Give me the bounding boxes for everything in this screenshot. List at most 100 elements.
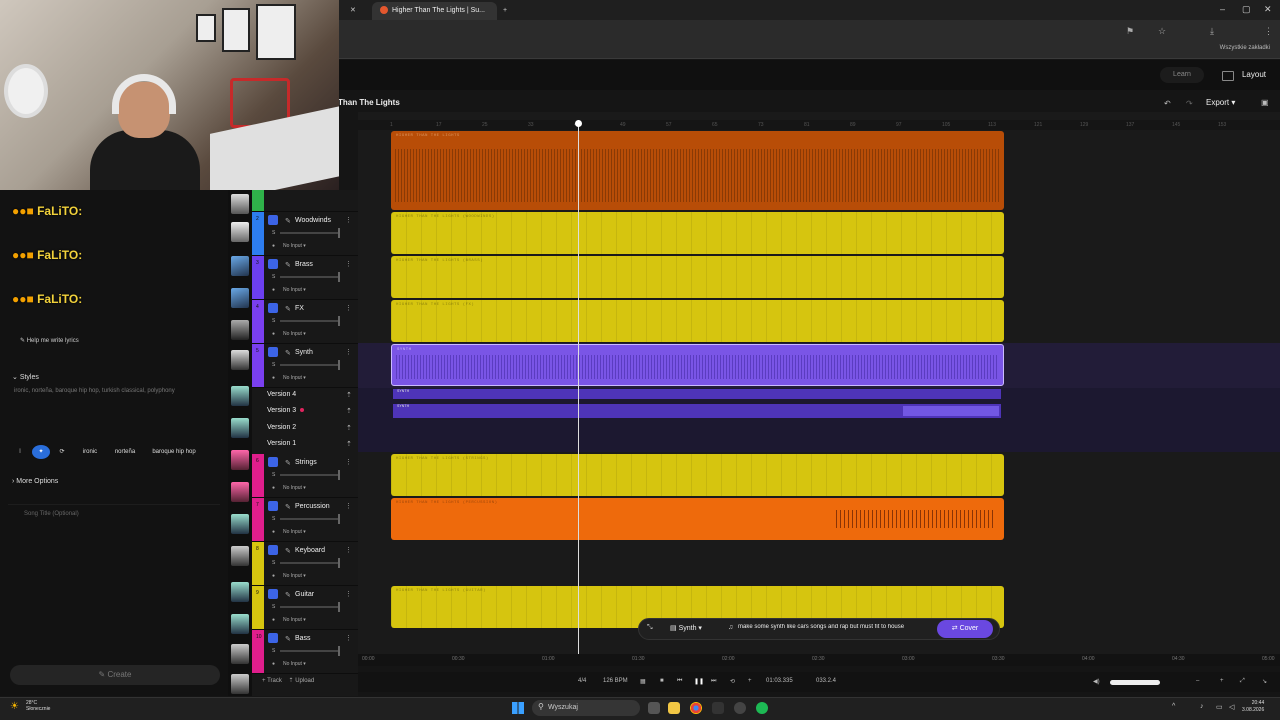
version-clip[interactable]: SYNTH (393, 389, 1001, 399)
track-header[interactable]: 8 ✎ Keyboard ⋮ S ● No Input ▾ (252, 542, 358, 586)
track-name[interactable]: Woodwinds (295, 217, 331, 224)
speaker-icon[interactable] (268, 347, 278, 357)
avatar[interactable] (231, 288, 249, 308)
volume-fader[interactable] (280, 602, 340, 612)
avatar[interactable] (231, 582, 249, 602)
speaker-icon[interactable] (268, 303, 278, 313)
track-menu-icon[interactable]: ⋮ (345, 458, 352, 466)
task-view-icon[interactable] (648, 702, 660, 714)
avatar[interactable] (231, 418, 249, 438)
avatar[interactable] (231, 350, 249, 370)
solo-button[interactable]: S (272, 560, 275, 566)
weather-icon[interactable]: ☀ (10, 701, 19, 712)
forward-icon[interactable]: ⏭ (711, 678, 716, 685)
record-arm-icon[interactable]: ● (272, 573, 275, 579)
solo-button[interactable]: S (272, 362, 275, 368)
speaker-icon[interactable] (268, 457, 278, 467)
track-menu-icon[interactable]: ⋮ (345, 260, 352, 268)
input-select[interactable]: No Input ▾ (283, 243, 306, 249)
styles-input[interactable]: ironic, norteña, baroque hip hop, turkis… (8, 384, 220, 440)
volume-fader[interactable] (280, 646, 340, 656)
track-name[interactable]: Guitar (295, 591, 314, 598)
avatar[interactable] (231, 222, 249, 242)
record-arm-icon[interactable]: ● (272, 617, 275, 623)
add-track-button[interactable]: + Track (262, 678, 282, 684)
styles-history-icon[interactable]: ⫴ (12, 445, 28, 459)
record-arm-icon[interactable]: ● (272, 375, 275, 381)
version-upload-icon[interactable]: ⇡ (346, 424, 352, 432)
version-label[interactable]: Version 3 (267, 407, 296, 414)
add-marker-icon[interactable]: + (748, 678, 752, 684)
solo-button[interactable]: S (272, 516, 275, 522)
track-header-main[interactable] (252, 190, 358, 212)
speaker-icon[interactable] (268, 215, 278, 225)
input-select[interactable]: No Input ▾ (283, 661, 306, 667)
input-select[interactable]: No Input ▾ (283, 529, 306, 535)
song-title[interactable]: Than The Lights (338, 98, 400, 107)
track-menu-icon[interactable]: ⋮ (345, 590, 352, 598)
record-arm-icon[interactable]: ● (272, 529, 275, 535)
version-label[interactable]: Version 4 (267, 391, 296, 398)
avatar[interactable] (231, 674, 249, 694)
track-header[interactable]: 5 ✎ Synth ⋮ S ● No Input ▾ (252, 344, 358, 388)
record-arm-icon[interactable]: ● (272, 661, 275, 667)
input-select[interactable]: No Input ▾ (283, 617, 306, 623)
solo-button[interactable]: S (272, 318, 275, 324)
input-select[interactable]: No Input ▾ (283, 287, 306, 293)
track-name[interactable]: Percussion (295, 503, 330, 510)
track-header[interactable]: 4 ✎ FX ⋮ S ● No Input ▾ (252, 300, 358, 344)
avatar[interactable] (231, 614, 249, 634)
style-tag[interactable]: ironic (76, 445, 104, 459)
input-select[interactable]: No Input ▾ (283, 375, 306, 381)
pause-icon[interactable]: ❚❚ (694, 678, 704, 685)
spotify-icon[interactable] (756, 702, 768, 714)
loop-icon[interactable]: ⟲ (730, 678, 735, 685)
volume-slider[interactable] (1110, 680, 1160, 685)
record-arm-icon[interactable]: ● (272, 287, 275, 293)
clip-strings[interactable]: HIGHER THAN THE LIGHTS (STRINGS) (391, 454, 1004, 496)
track-header[interactable]: 10 ✎ Bass ⋮ S ● No Input ▾ (252, 630, 358, 674)
speaker-icon[interactable] (268, 259, 278, 269)
avatar[interactable] (231, 194, 249, 214)
minimize-icon[interactable]: – (1220, 4, 1225, 14)
solo-button[interactable]: S (272, 230, 275, 236)
chrome-icon[interactable] (690, 702, 702, 714)
track-menu-icon[interactable]: ⋮ (345, 348, 352, 356)
metronome-icon[interactable]: ▦ (640, 678, 646, 685)
layout-button[interactable]: Layout (1214, 67, 1270, 83)
volume-fader[interactable] (280, 272, 340, 282)
stop-icon[interactable]: ■ (660, 678, 664, 684)
speaker-icon[interactable] (268, 545, 278, 555)
instrument-select[interactable]: ▤ Synth ▾ (670, 624, 702, 632)
fit-icon[interactable]: ⤢ (1240, 678, 1245, 685)
volume-fader[interactable] (280, 360, 340, 370)
redo-icon[interactable]: ↷ (1186, 99, 1193, 108)
speaker-icon[interactable] (268, 501, 278, 511)
version-label[interactable]: Version 2 (267, 424, 296, 431)
track-header[interactable]: 6 ✎ Strings ⋮ S ● No Input ▾ (252, 454, 358, 498)
speaker-icon[interactable] (268, 589, 278, 599)
windows-start-icon[interactable] (512, 702, 524, 714)
zoom-in-icon[interactable]: + (1220, 678, 1224, 684)
avatar[interactable] (231, 514, 249, 534)
app-icon[interactable] (712, 702, 724, 714)
version-upload-icon[interactable]: ⇡ (346, 440, 352, 448)
volume-fader[interactable] (280, 228, 340, 238)
solo-button[interactable]: S (272, 472, 275, 478)
scroll-icon[interactable]: ↘ (1262, 678, 1267, 685)
input-select[interactable]: No Input ▾ (283, 573, 306, 579)
version-upload-icon[interactable]: ⇡ (346, 407, 352, 415)
learn-button[interactable]: Learn (1160, 67, 1204, 83)
avatar[interactable] (231, 320, 249, 340)
avatar[interactable] (231, 482, 249, 502)
bar-ruler[interactable] (358, 120, 1280, 130)
speaker-icon[interactable]: ◁ (1229, 703, 1234, 711)
playhead[interactable] (575, 120, 582, 654)
track-menu-icon[interactable]: ⋮ (345, 546, 352, 554)
network-icon[interactable]: ▭ (1216, 703, 1223, 711)
track-header[interactable]: 3 ✎ Brass ⋮ S ● No Input ▾ (252, 256, 358, 300)
volume-fader[interactable] (280, 316, 340, 326)
file-explorer-icon[interactable] (668, 702, 680, 714)
shuffle-icon[interactable]: ⟳ (54, 445, 70, 459)
track-name[interactable]: FX (295, 305, 304, 312)
